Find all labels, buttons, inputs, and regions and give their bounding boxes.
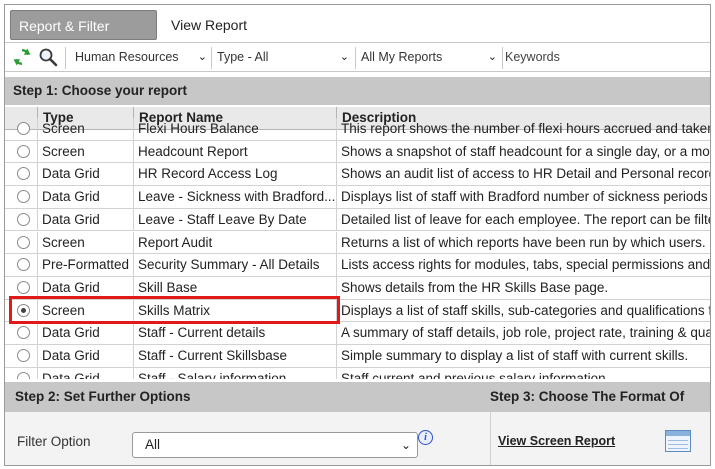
divider [490,412,491,465]
report-table: Type Report Name Description Screen Flexi… [5,107,710,379]
row-radio-button[interactable] [17,235,30,249]
row-description-cell: Simple summary to display a list of staf… [336,345,710,367]
row-radio-button[interactable] [17,122,30,135]
chevron-down-icon: ⌄ [487,51,497,63]
row-name-cell: Headcount Report [133,140,336,163]
chevron-down-icon: ⌄ [400,438,411,452]
row-name-cell: Skills Matrix [133,299,336,322]
toolbar: Human Resources ⌄ Type - All ⌄ All My Re… [5,42,710,72]
table-row[interactable]: Screen Headcount Report Shows a snapshot o… [5,140,710,164]
table-row[interactable]: Data Grid Skill Base Shows details from th… [5,276,710,300]
table-row[interactable]: Data Grid HR Record Access Log Shows an au… [5,163,710,187]
row-type-cell: Screen [37,231,133,254]
row-type-cell: Data Grid [37,186,133,209]
view-screen-report-link[interactable]: View Screen Report [498,434,615,448]
row-radio-button[interactable] [17,326,30,340]
row-description-cell: Staff current and previous salary inform… [336,367,710,379]
keywords-input[interactable]: Keywords [505,43,560,71]
table-row[interactable]: Data Grid Staff - Salary information Staff… [5,367,710,379]
row-type-cell: Screen [37,140,133,163]
row-radio-button[interactable] [17,371,30,379]
info-icon[interactable]: i [418,430,433,445]
row-radio-button[interactable] [17,258,30,272]
row-radio-button[interactable] [17,167,30,181]
table-row[interactable]: Data Grid Leave - Sickness with Bradford.… [5,186,710,209]
row-type-cell: Screen [37,299,133,322]
row-description-cell: Displays list of staff with Bradford num… [336,186,710,209]
row-type-cell: Data Grid [37,208,133,231]
row-radio-button[interactable] [17,212,30,226]
row-name-cell: Leave - Sickness with Bradford... [133,186,336,209]
table-row[interactable]: Data Grid Leave - Staff Leave By Date Deta… [5,208,710,232]
options-panel: Filter Option All ⌄ i View Screen Report [5,412,710,465]
row-type-cell: Data Grid [37,276,133,299]
row-name-cell: Staff - Current Skillsbase [133,345,336,367]
chevron-down-icon: ⌄ [197,51,207,63]
row-radio-button[interactable] [17,280,30,294]
row-description-cell: Shows details from the HR Skills Base pa… [336,276,710,299]
row-type-cell: Data Grid [37,322,133,345]
report-window: Report & Filter Details View Report Huma… [4,4,711,466]
type-dropdown-value: Type - All [217,50,269,64]
module-dropdown[interactable]: Human Resources ⌄ [75,43,211,71]
row-name-cell: Leave - Staff Leave By Date [133,208,336,231]
chevron-down-icon: ⌄ [339,51,349,63]
row-name-cell: Report Audit [133,231,336,254]
row-name-cell: Security Summary - All Details [133,254,336,277]
step1-header: Step 1: Choose your report [5,77,710,105]
row-description-cell: This report shows the number of flexi ho… [336,118,710,140]
filter-option-select[interactable]: All ⌄ [132,432,418,458]
module-dropdown-value: Human Resources [75,50,179,64]
table-row[interactable]: Screen Flexi Hours Balance This report sho… [5,118,710,141]
row-name-cell: Staff - Current details [133,322,336,345]
step2-header: Step 2: Set Further Options [15,389,191,404]
row-radio-button[interactable] [17,303,30,317]
table-row[interactable]: Pre-Formatted Security Summary - All Deta… [5,254,710,277]
screen-report-icon[interactable] [665,430,691,452]
tab-view-report[interactable]: View Report [163,10,255,40]
row-type-cell: Data Grid [37,163,133,186]
row-type-cell: Data Grid [37,367,133,379]
row-radio-button[interactable] [17,190,30,204]
row-name-cell: Flexi Hours Balance [133,118,336,140]
row-name-cell: Skill Base [133,276,336,299]
row-name-cell: HR Record Access Log [133,163,336,186]
reports-dropdown[interactable]: All My Reports ⌄ [361,43,501,71]
row-description-cell: A summary of staff details, job role, pr… [336,322,710,345]
row-type-cell: Pre-Formatted [37,254,133,277]
table-row[interactable]: Data Grid Staff - Current Skillsbase Simpl… [5,345,710,368]
row-description-cell: Displays a list of staff skills, sub-cat… [336,299,710,322]
row-radio-button[interactable] [17,349,30,362]
tab-bar: Report & Filter Details View Report [5,5,710,64]
options-header: Step 2: Set Further Options Step 3: Choo… [5,382,710,434]
reports-dropdown-value: All My Reports [361,50,443,64]
refresh-icon[interactable] [11,46,33,68]
row-type-cell: Screen [37,118,133,140]
row-description-cell: Shows an audit list of access to HR Deta… [336,163,710,186]
magnifier-icon[interactable] [37,46,59,68]
row-name-cell: Staff - Salary information [133,367,336,379]
row-description-cell: Detailed list of leave for each employee… [336,208,710,231]
filter-option-value: All [145,437,161,452]
row-type-cell: Data Grid [37,345,133,367]
tab-report-filter-details[interactable]: Report & Filter Details [10,10,157,64]
table-row[interactable]: Screen Skills Matrix Displays a list of st… [5,299,710,323]
table-row[interactable]: Data Grid Staff - Current details A summar… [5,322,710,345]
row-radio-button[interactable] [17,144,30,158]
filter-option-label: Filter Option [17,434,91,449]
row-description-cell: Shows a snapshot of staff headcount for … [336,140,710,163]
table-row[interactable]: Screen Report Audit Returns a list of whic… [5,231,710,255]
type-dropdown[interactable]: Type - All ⌄ [217,43,353,71]
row-description-cell: Returns a list of which reports have bee… [336,231,710,254]
row-description-cell: Lists access rights for modules, tabs, s… [336,254,710,277]
